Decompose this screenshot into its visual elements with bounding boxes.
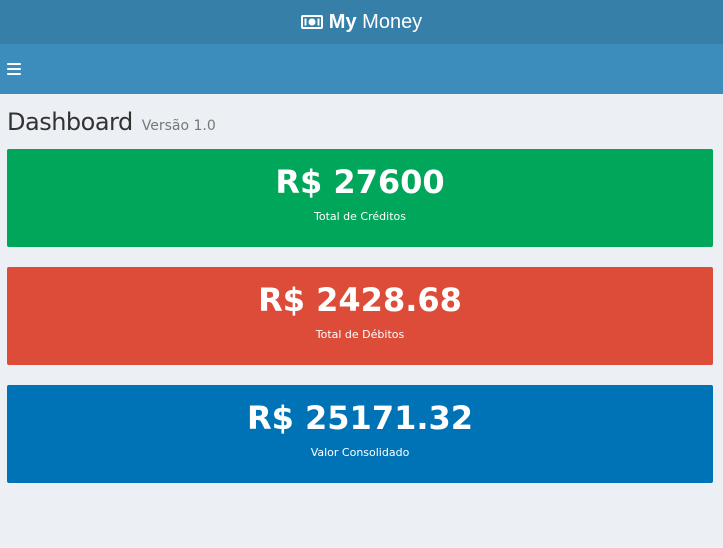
content-header: Dashboard Versão 1.0 [7,108,713,136]
consolidated-value: R$ 25171.32 [246,399,474,437]
app-header: My Money [0,0,723,44]
top-navbar [0,44,723,94]
app-logo[interactable]: My Money [300,10,423,34]
page-subtitle: Versão 1.0 [141,118,216,134]
credits-label: Total de Créditos [314,210,406,223]
debits-label: Total de Débitos [315,328,405,341]
credits-card: R$ 27600 Total de Créditos [7,149,713,247]
credits-value: R$ 27600 [275,163,445,201]
app-title-rest: Money [362,10,423,33]
debits-card: R$ 2428.68 Total de Débitos [7,267,713,365]
consolidated-card: R$ 25171.32 Valor Consolidado [7,385,713,483]
hamburger-menu-icon[interactable] [7,63,21,75]
page-title: Dashboard [7,108,133,136]
consolidated-label: Valor Consolidado [310,446,410,459]
debits-value: R$ 2428.68 [258,281,462,319]
app-title-bold: My [328,10,357,33]
money-bill-icon [300,15,323,29]
main-content: Dashboard Versão 1.0 R$ 27600 Total de C… [0,94,723,483]
